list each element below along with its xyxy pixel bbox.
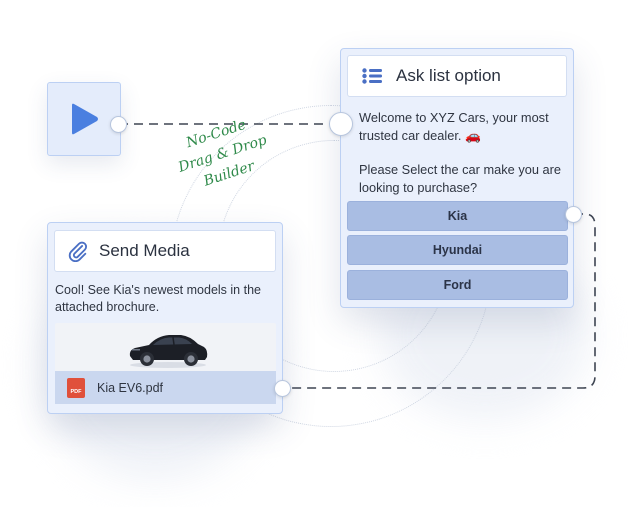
option-ford[interactable]: Ford bbox=[347, 270, 568, 300]
play-icon bbox=[72, 103, 98, 135]
option-kia-output-handle[interactable] bbox=[565, 206, 582, 223]
list-icon bbox=[362, 68, 382, 84]
start-node[interactable] bbox=[47, 82, 121, 156]
send-media-card[interactable]: Send Media Cool! See Kia's newest models… bbox=[47, 222, 283, 414]
option-hyundai[interactable]: Hyundai bbox=[347, 235, 568, 265]
start-node-output-handle[interactable] bbox=[110, 116, 127, 133]
paperclip-icon bbox=[68, 241, 87, 262]
attached-file[interactable]: PDF Kia EV6.pdf bbox=[55, 371, 276, 404]
car-image bbox=[55, 323, 276, 371]
send-media-card-header: Send Media bbox=[54, 230, 276, 272]
file-name: Kia EV6.pdf bbox=[97, 380, 164, 395]
pdf-icon: PDF bbox=[67, 377, 85, 398]
car-icon bbox=[129, 335, 208, 368]
option-kia[interactable]: Kia bbox=[347, 201, 568, 231]
media-message: Cool! See Kia's newest models in the att… bbox=[55, 283, 261, 314]
ask-list-input-handle[interactable] bbox=[329, 112, 353, 136]
card-title: Send Media bbox=[99, 241, 190, 260]
send-media-input-handle[interactable] bbox=[274, 380, 291, 397]
ask-list-option-card[interactable]: Ask list option Welcome to XYZ Cars, you… bbox=[340, 48, 574, 308]
welcome-message: Welcome to XYZ Cars, your most trusted c… bbox=[359, 110, 549, 143]
question-message: Please Select the car make you are looki… bbox=[359, 162, 562, 195]
ask-list-card-header: Ask list option bbox=[347, 55, 567, 97]
card-title: Ask list option bbox=[396, 66, 501, 85]
